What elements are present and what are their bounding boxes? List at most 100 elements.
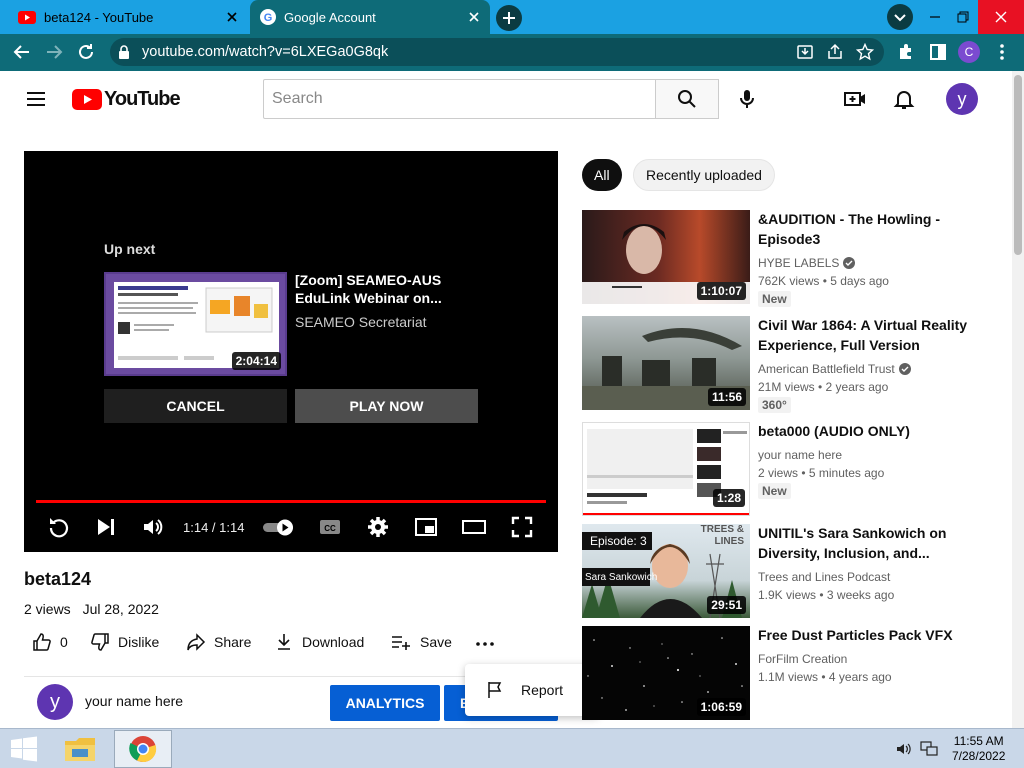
reload-icon[interactable] — [76, 42, 96, 62]
tab-search-button[interactable] — [886, 0, 914, 34]
up-next-thumbnail[interactable]: 2:04:14 — [104, 272, 287, 376]
video-thumbnail[interactable]: 1:06:59 — [582, 626, 750, 720]
dislike-label: Dislike — [118, 634, 160, 650]
dislike-button[interactable]: Dislike — [90, 630, 159, 654]
restore-icon[interactable] — [948, 0, 978, 34]
tab-youtube[interactable]: beta124 - YouTube — [8, 0, 248, 34]
account-avatar[interactable]: y — [946, 83, 978, 115]
network-tray-icon[interactable] — [920, 741, 938, 757]
channel-name[interactable]: your name here — [85, 693, 183, 709]
rec-views: 762K views • 5 days ago — [758, 274, 889, 288]
like-count: 0 — [60, 634, 68, 650]
rec-channel-name: your name here — [758, 448, 843, 462]
scrollbar-thumb[interactable] — [1014, 75, 1022, 255]
share-page-icon[interactable] — [826, 43, 844, 61]
new-tab-button[interactable] — [496, 5, 522, 31]
chrome-taskbar-icon[interactable] — [114, 730, 172, 768]
video-player[interactable]: Up next 2:04:14 [Zoom] SEAMEO-AUS EduLin… — [24, 151, 558, 552]
share-button[interactable]: Share — [186, 630, 251, 654]
recommendation-item[interactable]: 1:28 beta000 (AUDIO ONLY) your name here… — [582, 422, 1002, 516]
verified-check-icon — [843, 257, 856, 269]
progress-bar[interactable] — [36, 500, 546, 503]
rec-channel[interactable]: American Battlefield Trust — [758, 362, 911, 376]
search-button[interactable] — [655, 79, 719, 119]
chrome-menu-icon[interactable] — [992, 42, 1012, 62]
rec-title[interactable]: beta000 (AUDIO ONLY) — [758, 421, 978, 441]
volume-tray-icon[interactable] — [896, 741, 912, 757]
tab-google-account[interactable]: G Google Account — [250, 0, 490, 34]
more-actions-button[interactable] — [474, 630, 496, 654]
back-icon[interactable] — [12, 42, 32, 62]
page-scrollbar[interactable] — [1012, 71, 1024, 728]
lock-icon — [118, 45, 130, 59]
chip-all[interactable]: All — [582, 159, 622, 191]
taskbar-clock[interactable]: 11:55 AM 7/28/2022 — [952, 734, 1005, 764]
cancel-autoplay-button[interactable]: CANCEL — [104, 389, 287, 423]
next-video-icon[interactable] — [94, 515, 118, 539]
report-menu-item[interactable]: Report — [465, 664, 599, 716]
close-window-icon[interactable] — [978, 0, 1024, 34]
like-button[interactable]: 0 — [32, 630, 68, 654]
fullscreen-icon[interactable] — [510, 515, 534, 539]
video-thumbnail[interactable]: 11:56 — [582, 316, 750, 410]
rec-title[interactable]: Free Dust Particles Pack VFX — [758, 625, 978, 645]
google-favicon-icon: G — [260, 9, 276, 25]
recommendation-item[interactable]: 11:56 Civil War 1864: A Virtual Reality … — [582, 315, 1002, 413]
miniplayer-icon[interactable] — [414, 515, 438, 539]
player-controls: 1:14 / 1:14 CC — [24, 507, 558, 547]
youtube-logo[interactable]: YouTube — [72, 88, 181, 111]
rec-channel[interactable]: ForFilm Creation — [758, 652, 847, 666]
clock-time: 11:55 AM — [953, 734, 1004, 748]
close-tab-icon[interactable] — [466, 9, 482, 25]
rec-title[interactable]: UNITIL's Sara Sankowich on Diversity, In… — [758, 523, 978, 563]
file-explorer-icon[interactable] — [62, 733, 98, 765]
channel-avatar[interactable]: y — [37, 684, 73, 720]
play-now-button[interactable]: PLAY NOW — [295, 389, 478, 423]
install-icon[interactable] — [796, 43, 814, 61]
rec-views: 21M views • 2 years ago — [758, 380, 889, 394]
microphone-icon[interactable] — [735, 87, 759, 111]
replay-icon[interactable] — [47, 515, 71, 539]
close-tab-icon[interactable] — [224, 9, 240, 25]
notifications-bell-icon[interactable] — [892, 87, 916, 111]
extensions-icon[interactable] — [896, 42, 916, 62]
recommendation-item[interactable]: 1:06:59 Free Dust Particles Pack VFX For… — [582, 626, 1002, 720]
hamburger-menu-icon[interactable] — [24, 87, 48, 111]
recommendation-item[interactable]: 1:10:07 &AUDITION - The Howling - Episod… — [582, 209, 1002, 307]
theater-mode-icon[interactable] — [462, 515, 486, 539]
download-button[interactable]: Download — [274, 630, 364, 654]
search-input[interactable]: Search — [263, 79, 656, 119]
windows-start-icon[interactable] — [10, 736, 38, 762]
rec-title[interactable]: &AUDITION - The Howling - Episode3 — [758, 209, 978, 249]
settings-gear-icon[interactable] — [366, 515, 390, 539]
profile-avatar[interactable]: C — [958, 41, 980, 63]
subtitles-icon[interactable]: CC — [318, 515, 342, 539]
video-thumbnail[interactable]: Episode: 3 Sara Sankowich TREES & LINES … — [582, 524, 750, 618]
minimize-icon[interactable] — [920, 0, 950, 34]
view-count: 2 views — [24, 601, 71, 617]
duration-badge: 29:51 — [707, 596, 746, 614]
report-label: Report — [521, 682, 564, 698]
rec-channel[interactable]: Trees and Lines Podcast — [758, 570, 890, 584]
forward-icon[interactable] — [44, 42, 64, 62]
add-to-playlist-icon — [390, 632, 412, 652]
save-button[interactable]: Save — [390, 630, 452, 654]
recommendation-item[interactable]: Episode: 3 Sara Sankowich TREES & LINES … — [582, 524, 1002, 618]
side-panel-icon[interactable] — [928, 42, 948, 62]
address-bar[interactable]: youtube.com/watch?v=6LXEGa0G8qk — [110, 38, 884, 66]
autoplay-toggle[interactable] — [262, 515, 296, 539]
rec-channel[interactable]: HYBE LABELS — [758, 256, 856, 270]
bookmark-star-icon[interactable] — [856, 43, 874, 61]
volume-icon[interactable] — [141, 515, 165, 539]
rec-channel-name: American Battlefield Trust — [758, 362, 895, 376]
video-thumbnail[interactable]: 1:10:07 — [582, 210, 750, 304]
browser-toolbar: youtube.com/watch?v=6LXEGa0G8qk C — [0, 34, 1024, 71]
up-next-title[interactable]: [Zoom] SEAMEO-AUS EduLink Webinar on... — [295, 271, 495, 307]
video-thumbnail[interactable]: 1:28 — [582, 422, 750, 516]
youtube-favicon-icon — [18, 10, 36, 24]
rec-title[interactable]: Civil War 1864: A Virtual Reality Experi… — [758, 315, 978, 355]
create-video-icon[interactable] — [843, 87, 867, 111]
chip-recently-uploaded[interactable]: Recently uploaded — [633, 159, 775, 191]
rec-channel[interactable]: your name here — [758, 448, 842, 462]
analytics-button[interactable]: ANALYTICS — [330, 685, 440, 721]
